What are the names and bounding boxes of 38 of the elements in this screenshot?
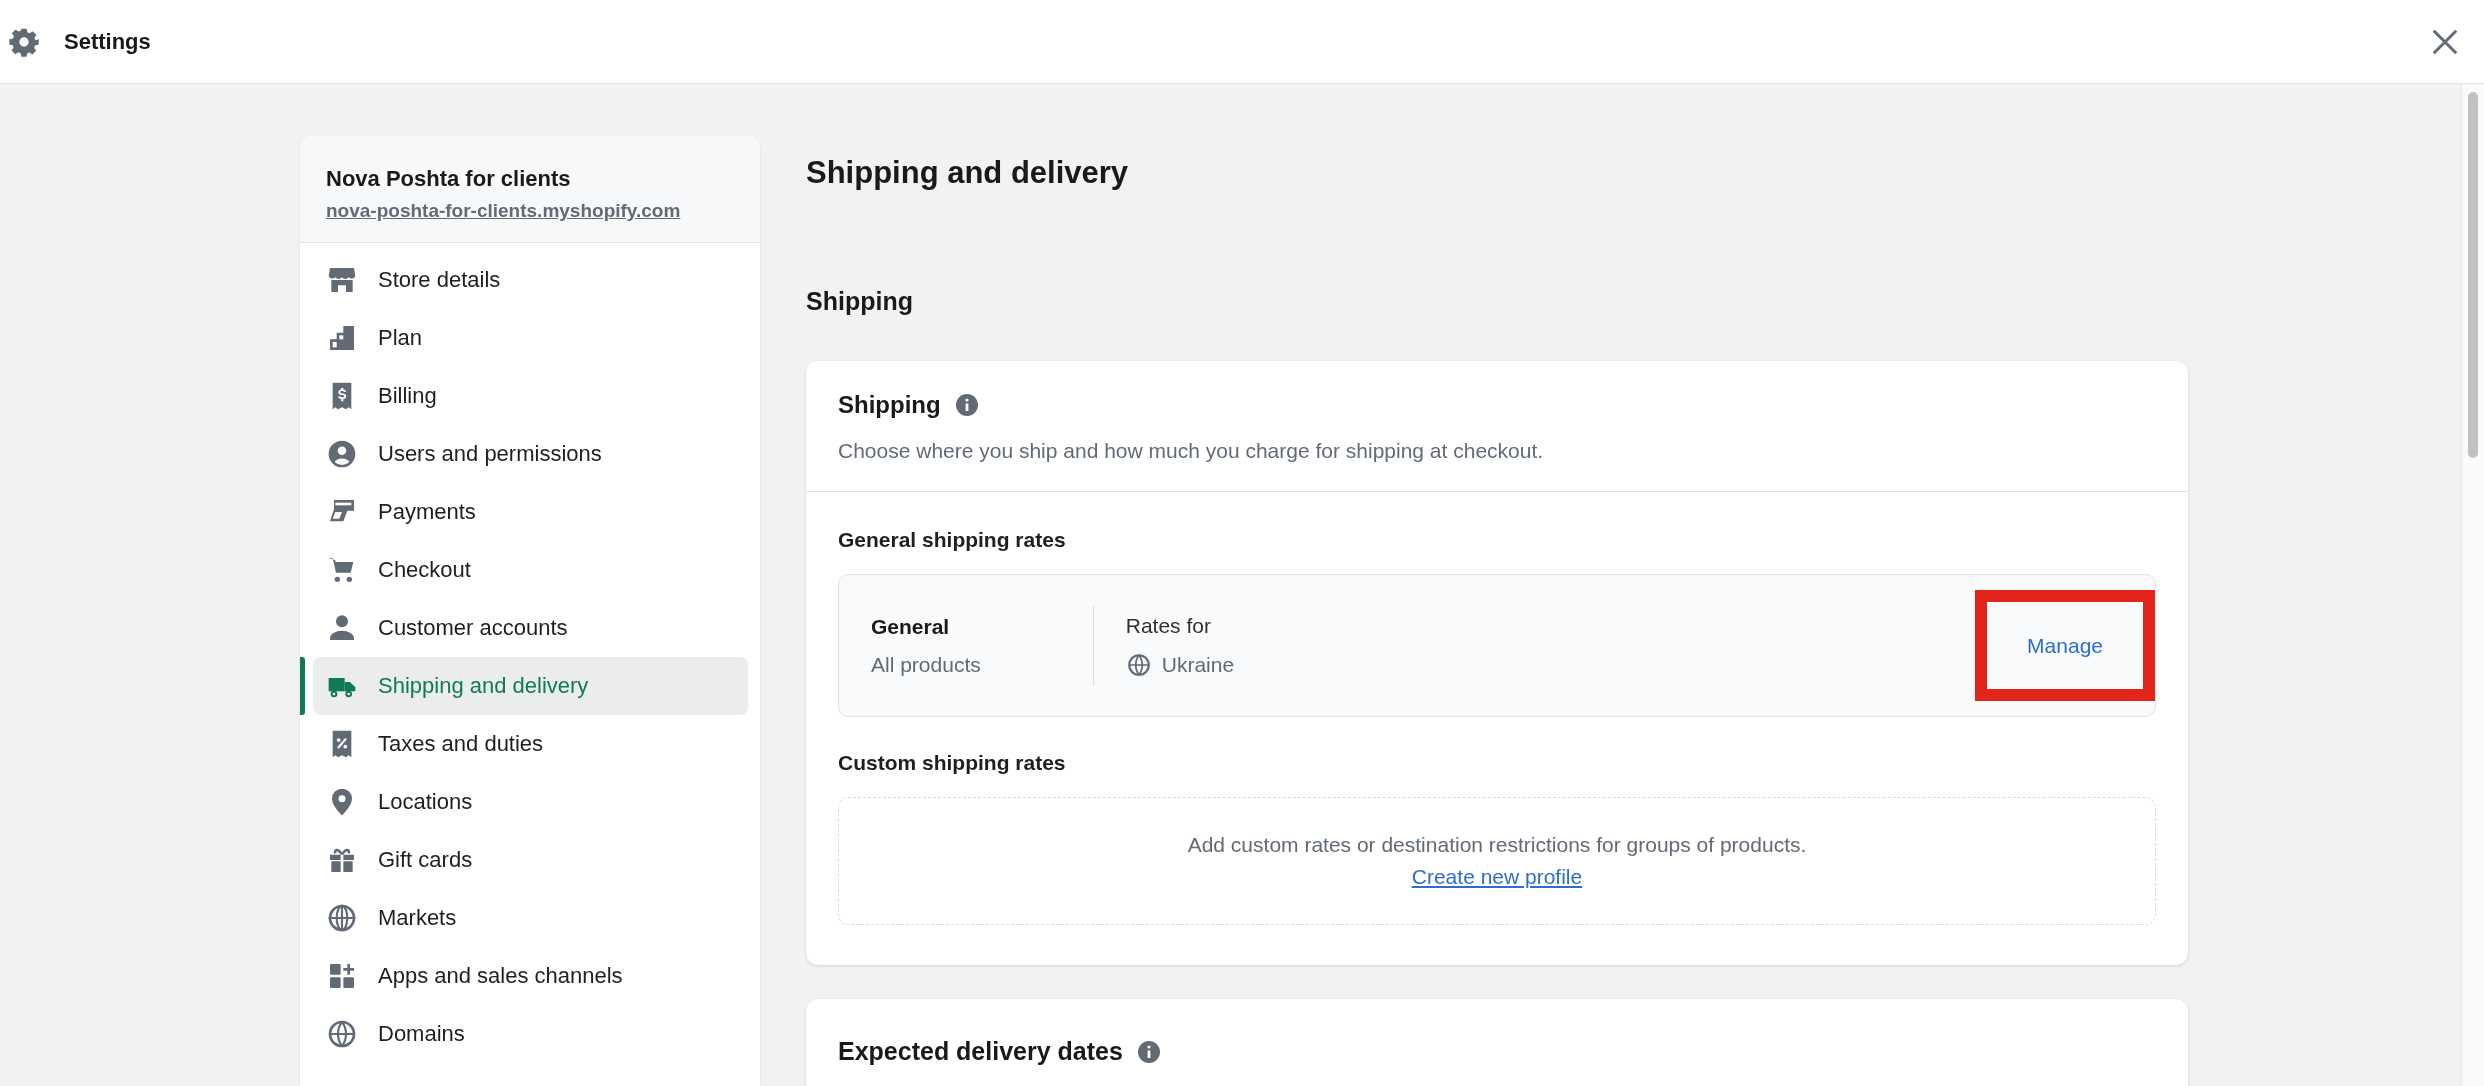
globe-icon xyxy=(1125,651,1152,678)
sidebar-item[interactable]: Payments xyxy=(313,483,748,541)
subsection-heading: Custom shipping rates xyxy=(838,751,1067,775)
sidebar-item[interactable]: Users and permissions xyxy=(313,425,748,483)
sidebar-item[interactable]: Billing xyxy=(313,367,748,425)
globe-icon xyxy=(326,902,358,934)
sidebar-item[interactable]: Customer accounts xyxy=(313,599,748,657)
empty-state-message: Add custom rates or destination restrictions for groups of products. xyxy=(1187,833,1807,857)
section-heading: Shipping xyxy=(806,286,914,317)
zone-name: Ukraine xyxy=(1161,652,1235,677)
sidebar-item[interactable]: Store details xyxy=(313,251,748,309)
rates-label: Rates for xyxy=(1125,613,1212,638)
sidebar-item[interactable]: Apps and sales channels xyxy=(313,947,748,1005)
sidebar-item[interactable]: Domains xyxy=(313,1005,748,1063)
create-profile-link[interactable]: Create new profile xyxy=(1411,865,1583,889)
profile-name: General xyxy=(871,614,951,639)
card-title: Expected delivery dates xyxy=(838,1037,1123,1066)
globe-icon xyxy=(326,1018,358,1050)
card-title: Shipping xyxy=(838,391,941,419)
sidebar-item[interactable]: Gift cards xyxy=(313,831,748,889)
info-icon[interactable] xyxy=(1136,1039,1161,1064)
sidebar-item[interactable]: Plan xyxy=(313,309,748,367)
scrollbar[interactable] xyxy=(2461,84,2484,1086)
page-title: Shipping and delivery xyxy=(806,154,1130,191)
user-circle-icon xyxy=(326,438,358,470)
profile-scope: All products xyxy=(871,652,981,677)
manage-link[interactable]: Manage xyxy=(2013,625,2129,666)
scrollbar-thumb[interactable] xyxy=(2468,92,2478,458)
sidebar-item[interactable]: Locations xyxy=(313,773,748,831)
store-name: Nova Poshta for clients xyxy=(326,166,572,192)
window-title: Settings xyxy=(64,28,151,55)
sidebar-item[interactable]: Taxes and duties xyxy=(313,715,748,773)
subsection-heading: General shipping rates xyxy=(838,528,1067,552)
info-icon[interactable] xyxy=(954,393,979,417)
sidebar-item[interactable]: Markets xyxy=(313,889,748,947)
card-description: Choose where you ship and how much you charge for shipping at checkout. xyxy=(838,439,1545,463)
store-domain-link[interactable]: nova-poshta-for-clients.myshopify.com xyxy=(326,200,734,222)
sidebar-item[interactable]: Checkout xyxy=(313,541,748,599)
